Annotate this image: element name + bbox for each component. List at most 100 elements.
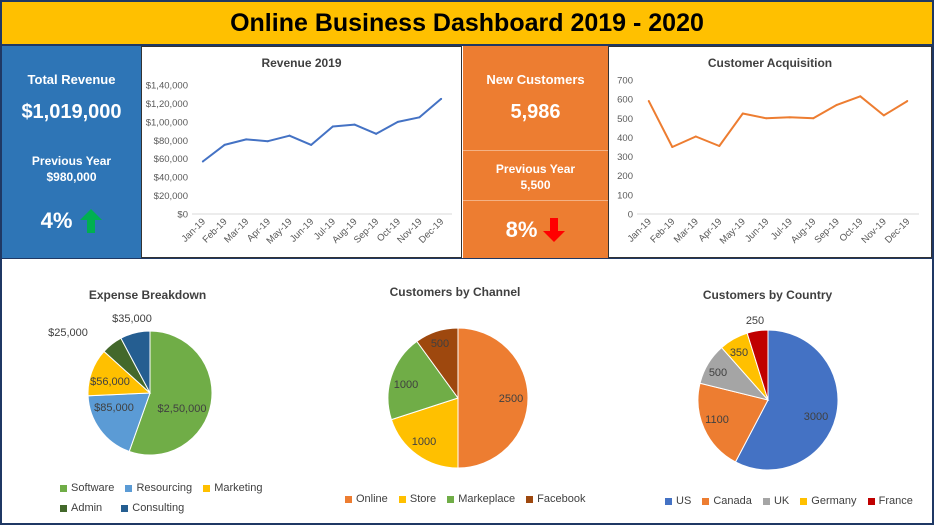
- y-tick-label: 400: [617, 133, 633, 144]
- slice-label: 3000: [804, 411, 828, 423]
- customers-by-country-title: Customers by Country: [702, 288, 833, 302]
- data-point: [201, 160, 204, 163]
- legend-item: US: [665, 495, 691, 507]
- legend-item: Online: [345, 493, 388, 505]
- slice-label: $85,000: [94, 402, 134, 414]
- x-tick-label: Mar-19: [222, 216, 251, 245]
- legend-label: Canada: [713, 495, 752, 507]
- legend-swatch: [60, 505, 67, 512]
- data-point: [418, 116, 421, 119]
- x-tick-label: Jan-19: [626, 216, 654, 244]
- y-tick-label: 200: [617, 171, 633, 182]
- customers-prev-card: Previous Year 5,500: [463, 151, 608, 200]
- data-point: [288, 134, 291, 137]
- x-tick-label: Sep-19: [352, 216, 381, 245]
- slice-label: $25,000: [48, 327, 88, 339]
- expense-breakdown-title: Expense Breakdown: [88, 288, 207, 302]
- legend-item: UK: [762, 495, 790, 507]
- customers-prev-value: 5,500: [520, 178, 551, 192]
- kpi-divider: [463, 150, 608, 151]
- legend-swatch: [665, 497, 672, 505]
- customers-by-channel-pie: 2500 1000 1000 500: [387, 327, 529, 469]
- legend-label: UK: [773, 495, 790, 507]
- data-point: [310, 143, 313, 146]
- revenue-prev-value: $980,000: [46, 170, 97, 184]
- slice-label: $35,000: [112, 313, 152, 325]
- y-tick-label: $20,000: [154, 191, 188, 202]
- new-customers-value: 5,986: [510, 101, 561, 123]
- y-tick-label: $1,40,000: [146, 81, 188, 92]
- data-point: [859, 95, 862, 98]
- legend-swatch: [867, 497, 875, 505]
- data-point: [245, 138, 248, 141]
- customers-by-channel-title: Customers by Channel: [389, 285, 521, 299]
- channel-legend: Online Store Markeplace Facebook: [345, 493, 605, 506]
- slice-label: 250: [746, 315, 764, 327]
- data-point: [266, 140, 269, 143]
- x-tick-label: Jun-19: [743, 216, 771, 244]
- y-tick-label: $40,000: [154, 173, 188, 184]
- legend-swatch: [125, 485, 133, 492]
- data-point: [331, 125, 334, 128]
- customers-by-country-pie: 3000 1100 500350 250: [697, 315, 839, 471]
- x-tick-label: Aug-19: [789, 216, 818, 245]
- revenue-prev-label: Previous Year: [31, 154, 112, 168]
- slice-label: 1100: [705, 414, 729, 426]
- total-revenue-label: Total Revenue: [27, 72, 116, 87]
- data-point: [788, 116, 791, 119]
- data-point: [440, 97, 443, 100]
- legend-swatch: [447, 495, 455, 503]
- legend-swatch: [800, 497, 808, 505]
- x-tick-label: Jun-19: [288, 216, 316, 244]
- legend-item: Software: [60, 479, 114, 498]
- legend-swatch: [526, 495, 534, 503]
- data-point: [835, 103, 838, 106]
- legend-label: Markeplace: [458, 493, 516, 505]
- legend-label: Resourcing: [136, 482, 193, 494]
- data-point: [396, 120, 399, 123]
- y-tick-label: 0: [628, 210, 633, 221]
- legend-swatch: [398, 495, 406, 503]
- data-point: [375, 132, 378, 135]
- legend-label: US: [676, 495, 692, 507]
- revenue-change: 4%: [40, 208, 73, 233]
- data-point: [882, 114, 885, 117]
- slice-label: 1000: [412, 436, 436, 448]
- legend-item: France: [867, 495, 913, 507]
- customers-change-card: 8%: [463, 201, 608, 258]
- legend-label: Software: [71, 482, 115, 494]
- data-point: [741, 112, 744, 115]
- legend-label: Facebook: [537, 493, 586, 505]
- data-point: [906, 100, 909, 103]
- new-customers-label: New Customers: [486, 72, 585, 87]
- x-tick-label: May-19: [718, 216, 748, 246]
- customers-change: 8%: [505, 216, 538, 242]
- x-tick-label: Dec-19: [417, 216, 446, 245]
- y-tick-label: $1,20,000: [146, 99, 188, 110]
- slice-label: 2500: [499, 393, 523, 405]
- y-tick-label: 300: [617, 152, 633, 163]
- legend-item: Consulting: [121, 499, 184, 518]
- arrow-up-icon: [80, 209, 103, 233]
- legend-label: Online: [356, 493, 388, 505]
- dashboard-title: Online Business Dashboard 2019 - 2020: [230, 8, 704, 37]
- y-tick-label: $0: [177, 210, 188, 221]
- legend-label: Admin: [71, 502, 103, 514]
- total-revenue-card: Total Revenue $1,019,000 Previous Year $…: [2, 46, 141, 258]
- legend-swatch: [702, 497, 710, 505]
- dashboard-header: Online Business Dashboard 2019 - 2020: [0, 0, 934, 46]
- data-point: [718, 145, 721, 148]
- kpi-divider: [463, 200, 608, 201]
- y-tick-label: 100: [617, 190, 633, 201]
- x-tick-label: Mar-19: [672, 216, 701, 245]
- slice-label: 500: [709, 367, 727, 379]
- country-legend: US Canada UK Germany France: [665, 495, 925, 508]
- customers-prev-label: Previous Year: [495, 162, 576, 176]
- section-divider: [2, 258, 932, 259]
- legend-item: Canada: [702, 495, 752, 507]
- legend-item: Germany: [800, 495, 857, 507]
- legend-label: Store: [409, 493, 437, 505]
- y-tick-label: 700: [617, 76, 633, 87]
- x-tick-label: Sep-19: [812, 216, 841, 245]
- legend-swatch: [203, 485, 211, 492]
